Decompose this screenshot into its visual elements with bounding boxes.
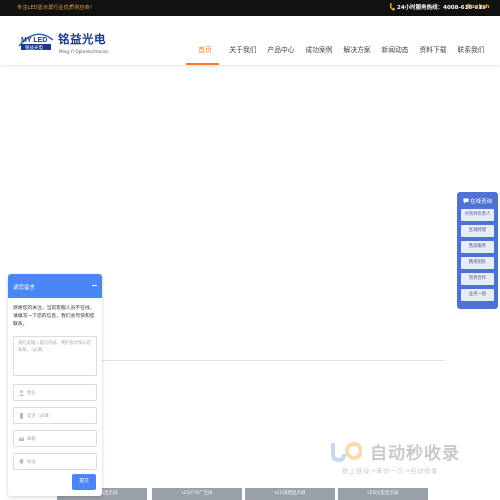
nav-item-cases[interactable]: 成功案例: [300, 32, 338, 65]
product-tab-transparent[interactable]: LED透明显示屏: [245, 488, 335, 500]
nav-item-home[interactable]: 首页: [186, 32, 224, 65]
name-field[interactable]: 姓名: [13, 384, 97, 402]
phone-icon: [20, 412, 23, 419]
chat-bubble-icon: [463, 198, 469, 204]
nav-item-solutions[interactable]: 解决方案: [338, 32, 376, 65]
consult-item-sales-group[interactable]: 业务一组: [461, 289, 494, 301]
address-placeholder: 地址: [27, 459, 36, 465]
address-field[interactable]: 地址: [13, 453, 97, 471]
chat-header[interactable]: 请您留言: [8, 274, 102, 298]
watermark-subtitle: 数上链接→来访一次→自动收录: [342, 467, 438, 475]
consult-item-elite-team[interactable]: 精英团队: [461, 257, 494, 269]
consult-title[interactable]: 在线咨询: [457, 196, 498, 206]
top-slogan: 专注LED显示屏行业优质供应商！: [17, 5, 95, 11]
message-textarea[interactable]: 请在此输入留言内容，我们会尽快与您联系。（必填）: [13, 336, 97, 377]
consult-title-text: 在线咨询: [469, 199, 492, 205]
product-tab-outdoor[interactable]: LED户外广告屏: [152, 488, 242, 500]
chat-intro: 感谢您的关注，当前客服人员不在线，请填写一下您的信息，我们会尽快和您联系。: [13, 306, 95, 327]
consult-item-project-lead[interactable]: 大项目负责人: [461, 209, 494, 221]
top-bar: 专注LED显示屏行业优质供应商！ 24小时服务热线：4008-616-619 E…: [0, 0, 500, 16]
phone-placeholder: 电话（必填）: [27, 413, 53, 419]
consult-item-presales[interactable]: 售前服务: [461, 241, 494, 253]
phone-field[interactable]: 电话（必填）: [13, 407, 97, 425]
nav-item-news[interactable]: 新闻动态: [376, 32, 414, 65]
nav-item-contact[interactable]: 联系我们: [452, 32, 490, 65]
watermark: 自动秒收录 数上链接→来访一次→自动收录: [330, 438, 485, 478]
brand-name-en: Ming Yi Optoelectronics: [59, 49, 109, 54]
email-placeholder: 邮箱: [27, 436, 36, 442]
watermark-logo-icon: [331, 442, 362, 462]
watermark-title: 自动秒收录: [370, 444, 460, 464]
site-header: MY LED 铭益光电 铭益光电 Ming Yi Optoelectronics…: [0, 16, 500, 65]
main-nav: 首页 关于我们 产品中心 成功案例 解决方案 新闻动态 资料下载 联系我们: [186, 32, 490, 65]
leave-message-widget: 请您留言 感谢您的关注，当前客服人员不在线，请填写一下您的信息，我们会尽快和您联…: [8, 274, 102, 496]
product-tabs: LED户内显示屏 LED户外广告屏 LED透明显示屏 LED异型显示屏: [55, 488, 435, 500]
nav-item-about[interactable]: 关于我们: [224, 32, 262, 65]
nav-item-products[interactable]: 产品中心: [262, 32, 300, 65]
submit-button[interactable]: 提交: [72, 474, 96, 490]
consult-list: 大项目负责人 区域经理 售前服务 精英团队 项目合作 业务一组: [461, 209, 494, 305]
email-field[interactable]: 邮箱: [13, 430, 97, 448]
logo-text-top: MY LED: [21, 37, 47, 44]
location-icon: [19, 458, 24, 465]
consult-item-regional-manager[interactable]: 区域经理: [461, 225, 494, 237]
email-icon: [19, 437, 24, 441]
consult-item-project-coop[interactable]: 项目合作: [461, 273, 494, 285]
language-switch[interactable]: English: [467, 4, 490, 10]
content-divider: [80, 360, 445, 361]
brand-name[interactable]: 铭益光电: [58, 31, 106, 47]
phone-icon: [389, 3, 395, 11]
online-consult-panel: 在线咨询 大项目负责人 区域经理 售前服务 精英团队 项目合作 业务一组: [457, 192, 498, 309]
minimize-icon[interactable]: [92, 285, 97, 286]
chat-title: 请您留言: [13, 285, 36, 291]
name-placeholder: 姓名: [27, 390, 36, 396]
product-tab-custom[interactable]: LED异型显示屏: [338, 488, 428, 500]
logo-icon[interactable]: MY LED 铭益光电: [17, 30, 55, 52]
logo-text-bottom: 铭益光电: [25, 44, 43, 51]
nav-item-downloads[interactable]: 资料下载: [414, 32, 452, 65]
user-icon: [19, 390, 24, 396]
